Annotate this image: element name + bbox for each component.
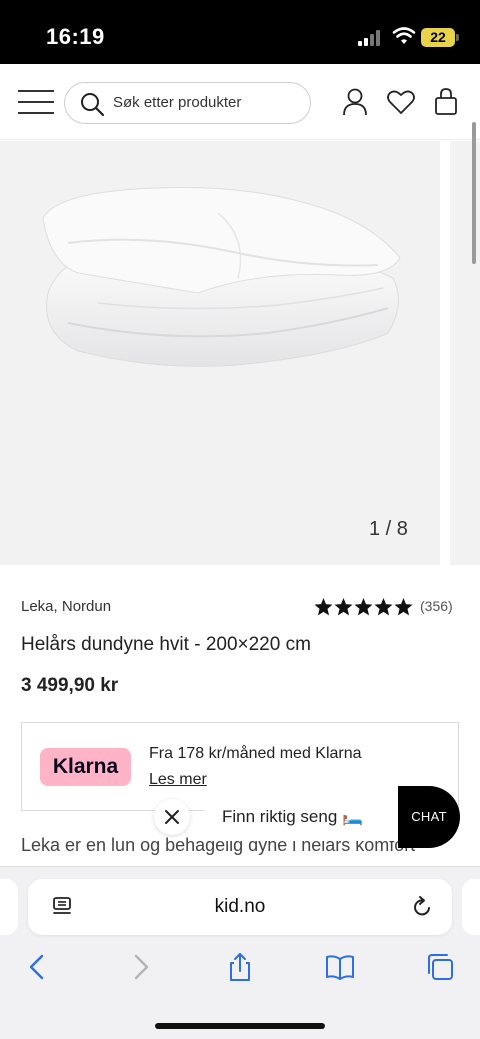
klarna-logo: Klarna	[40, 748, 131, 786]
product-price: 3 499,90 kr	[21, 675, 119, 696]
search-icon	[81, 93, 105, 117]
chat-prompt[interactable]: Finn riktig seng 🛏️	[204, 793, 404, 841]
home-indicator	[155, 1023, 325, 1029]
gallery-counter: 1 / 8	[369, 518, 408, 540]
star-icon	[314, 598, 333, 616]
battery-indicator: 22	[421, 28, 455, 47]
forward-icon[interactable]	[124, 951, 156, 983]
product-brand[interactable]: Leka, Nordun	[21, 598, 111, 615]
search-placeholder: Søk etter produkter	[113, 94, 242, 111]
rating-stars[interactable]	[314, 598, 414, 616]
wifi-icon	[392, 27, 416, 44]
page-scrollbar[interactable]	[472, 122, 476, 264]
star-icon	[334, 598, 353, 616]
reload-icon[interactable]	[410, 895, 434, 919]
status-bar: 16:19 22	[0, 0, 480, 64]
product-gallery[interactable]: 1 / 8	[0, 141, 480, 567]
status-time: 16:19	[46, 24, 105, 49]
product-title: Helårs dundyne hvit - 200×220 cm	[21, 634, 311, 655]
close-icon	[165, 810, 179, 824]
url-text: kid.no	[214, 896, 266, 917]
search-input[interactable]: Søk etter produkter	[64, 82, 311, 124]
review-count[interactable]: (356)	[420, 598, 453, 614]
klarna-monthly-text: Fra 178 kr/måned med Klarna	[149, 745, 362, 762]
star-icon	[394, 598, 413, 616]
tabs-icon[interactable]	[424, 951, 456, 983]
browser-toolbar: kid.no	[0, 866, 480, 1039]
cellular-signal-icon	[358, 30, 384, 46]
wishlist-heart-icon[interactable]	[385, 86, 417, 118]
chat-button[interactable]: CHAT	[398, 786, 460, 848]
account-icon[interactable]	[339, 86, 371, 118]
shopping-bag-icon[interactable]	[430, 86, 462, 118]
address-bar[interactable]: kid.no	[28, 879, 452, 935]
next-tab-peek[interactable]	[462, 879, 480, 935]
bookmarks-icon[interactable]	[324, 951, 356, 983]
site-header: Søk etter produkter	[0, 64, 480, 140]
duvet-image	[42, 187, 401, 367]
star-icon	[374, 598, 393, 616]
menu-icon[interactable]	[18, 90, 54, 114]
share-icon[interactable]	[224, 951, 256, 983]
product-image[interactable]: 1 / 8	[0, 141, 440, 565]
back-icon[interactable]	[22, 951, 54, 983]
star-icon	[354, 598, 373, 616]
close-chat-prompt-button[interactable]	[154, 799, 190, 835]
battery-nub	[456, 34, 459, 41]
previous-tab-peek[interactable]	[0, 879, 18, 935]
klarna-read-more-link[interactable]: Les mer	[149, 771, 207, 789]
